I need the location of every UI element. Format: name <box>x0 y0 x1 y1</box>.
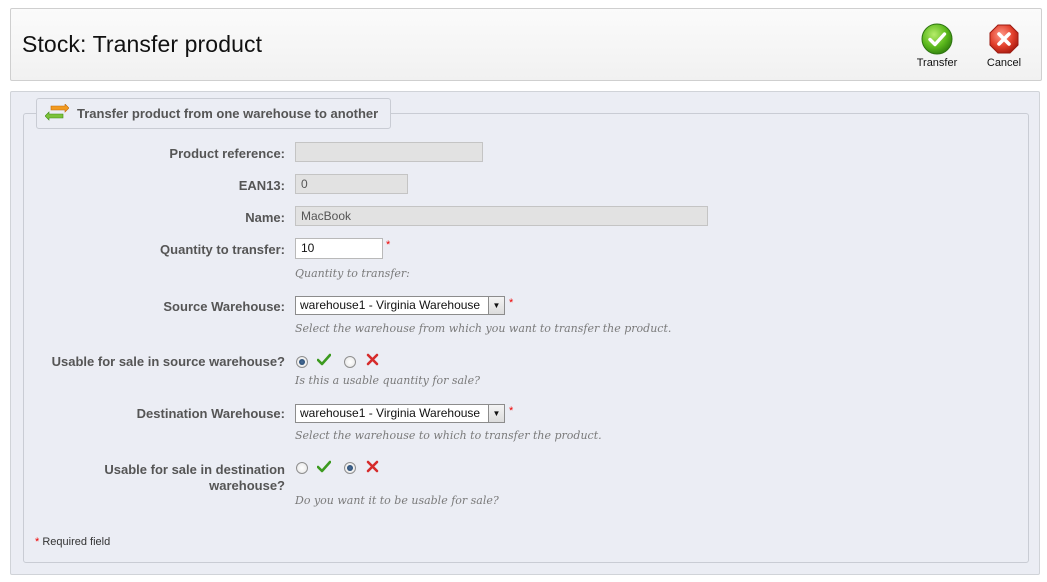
required-note-star: * <box>35 536 40 548</box>
destination-warehouse-label: Destination Warehouse: <box>136 406 285 421</box>
source-warehouse-help: Select the warehouse from which you want… <box>295 322 672 335</box>
ean13-label: EAN13: <box>238 178 285 193</box>
quantity-required-star: * <box>386 239 391 251</box>
check-circle-icon <box>921 23 953 55</box>
product-reference-field <box>295 142 483 162</box>
quantity-input[interactable]: 10 <box>295 238 383 259</box>
destination-warehouse-required-star: * <box>509 405 514 417</box>
transfer-arrows-icon <box>45 104 69 121</box>
source-warehouse-selected: warehouse1 - Virginia Warehouse <box>300 298 481 312</box>
x-circle-icon <box>989 24 1019 54</box>
quantity-help: Quantity to transfer: <box>295 267 410 280</box>
source-warehouse-required-star: * <box>509 297 514 309</box>
usable-destination-help: Do you want it to be usable for sale? <box>295 494 499 507</box>
source-warehouse-select[interactable]: warehouse1 - Virginia Warehouse ▼ <box>295 296 505 315</box>
usable-destination-yes-radio[interactable] <box>296 462 308 474</box>
form-panel: Transfer product from one warehouse to a… <box>10 91 1040 575</box>
name-label: Name: <box>245 210 285 225</box>
usable-destination-label-line1: Usable for sale in destination <box>104 462 285 477</box>
quantity-label: Quantity to transfer: <box>160 242 285 257</box>
name-field: MacBook <box>295 206 708 226</box>
required-field-note: * Required field <box>35 536 110 548</box>
check-icon <box>317 353 331 366</box>
fieldset-legend: Transfer product from one warehouse to a… <box>36 98 391 129</box>
cross-icon <box>366 353 379 366</box>
destination-warehouse-selected: warehouse1 - Virginia Warehouse <box>300 406 481 420</box>
chevron-down-icon[interactable]: ▼ <box>488 405 504 422</box>
destination-warehouse-help: Select the warehouse to which to transfe… <box>295 429 602 442</box>
usable-destination-label-line2: warehouse? <box>209 478 285 493</box>
usable-source-label: Usable for sale in source warehouse? <box>51 354 285 369</box>
cross-icon <box>366 460 379 473</box>
usable-source-no-radio[interactable] <box>344 356 356 368</box>
usable-source-yes-radio[interactable] <box>296 356 308 368</box>
destination-warehouse-select[interactable]: warehouse1 - Virginia Warehouse ▼ <box>295 404 505 423</box>
cancel-button[interactable]: Cancel <box>974 23 1034 69</box>
source-warehouse-label: Source Warehouse: <box>163 299 285 314</box>
check-icon <box>317 460 331 473</box>
transfer-button[interactable]: Transfer <box>907 23 967 69</box>
page-title: Stock: Transfer product <box>22 31 263 57</box>
cancel-button-label: Cancel <box>986 57 1022 69</box>
required-note-text: Required field <box>42 536 111 548</box>
usable-source-help: Is this a usable quantity for sale? <box>295 374 480 387</box>
transfer-button-label: Transfer <box>916 57 958 69</box>
legend-text: Transfer product from one warehouse to a… <box>77 106 379 121</box>
ean13-field: 0 <box>295 174 408 194</box>
product-reference-label: Product reference: <box>169 146 285 161</box>
chevron-down-icon[interactable]: ▼ <box>488 297 504 314</box>
usable-destination-no-radio[interactable] <box>344 462 356 474</box>
toolbar: Stock: Transfer product Transfer Cancel <box>10 8 1042 81</box>
